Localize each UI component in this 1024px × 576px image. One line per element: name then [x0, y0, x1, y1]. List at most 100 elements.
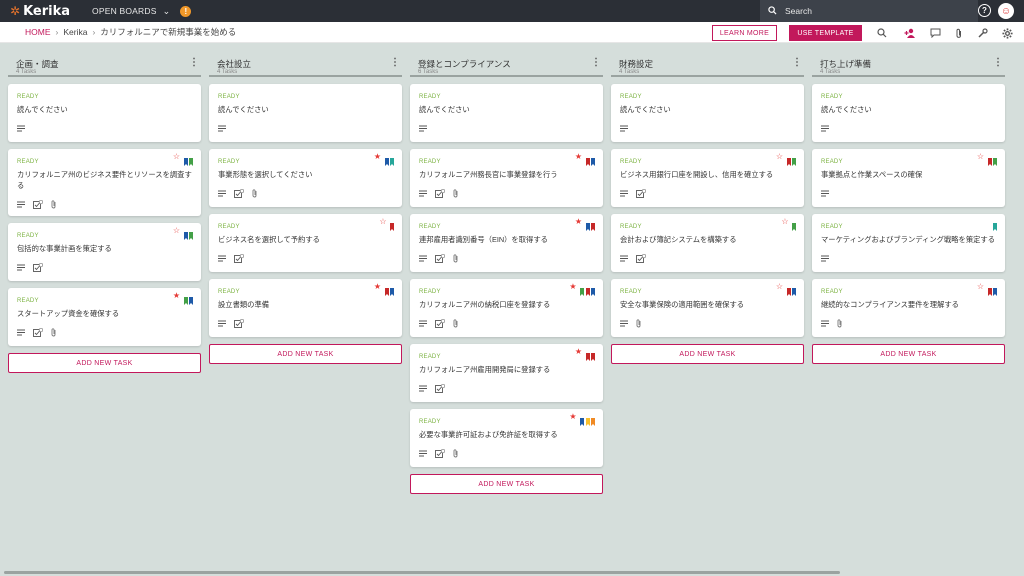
task-card[interactable]: READY 読んでください — [812, 84, 1005, 142]
task-flags: ★ — [569, 283, 595, 296]
task-title: 必要な事業許可証および免許証を取得する — [419, 430, 558, 439]
task-indicators — [419, 253, 594, 265]
avatar[interactable]: ☺ — [998, 3, 1014, 19]
task-card[interactable]: READY スタートアップ資金を確保する ★ — [8, 288, 201, 346]
star-icon[interactable]: ★ — [575, 348, 582, 356]
task-flags: ★ — [374, 153, 394, 166]
add-new-task-button[interactable]: ADD NEW TASK — [812, 344, 1005, 364]
task-status: READY — [419, 224, 441, 230]
tag-flag-icon — [189, 153, 193, 166]
star-icon[interactable]: ★ — [575, 218, 582, 226]
task-flags: ☆ — [173, 227, 193, 240]
task-card[interactable]: READY ビジネス名を選択して予約する ☆ — [209, 214, 402, 272]
wrench-icon[interactable] — [976, 26, 990, 40]
task-title: ビジネス名を選択して予約する — [218, 235, 320, 244]
star-icon[interactable]: ★ — [575, 153, 582, 161]
task-card[interactable]: READY 読んでください — [410, 84, 603, 142]
more-vertical-icon[interactable]: ⋮ — [591, 57, 601, 68]
description-icon — [419, 450, 427, 459]
task-card[interactable]: READY カリフォルニア州の納税口座を登録する ★ — [410, 279, 603, 337]
star-icon[interactable]: ☆ — [977, 153, 984, 161]
search-icon[interactable] — [875, 26, 889, 40]
search-input[interactable]: Search — [760, 0, 978, 22]
star-icon[interactable]: ☆ — [776, 153, 783, 161]
task-indicators — [620, 318, 795, 330]
learn-more-button[interactable]: LEARN MORE — [712, 25, 777, 41]
more-vertical-icon[interactable]: ⋮ — [792, 57, 802, 68]
checklist-icon — [234, 188, 245, 200]
more-vertical-icon[interactable]: ⋮ — [189, 57, 199, 68]
add-new-task-button[interactable]: ADD NEW TASK — [209, 344, 402, 364]
task-card[interactable]: READY 包括的な事業計画を策定する ☆ — [8, 223, 201, 281]
task-indicators — [17, 124, 192, 134]
add-new-task-button[interactable]: ADD NEW TASK — [611, 344, 804, 364]
description-icon — [620, 255, 628, 264]
task-card[interactable]: READY 読んでください — [209, 84, 402, 142]
open-boards-menu[interactable]: OPEN BOARDS ⌄ — [92, 6, 170, 17]
star-icon[interactable]: ☆ — [781, 218, 788, 226]
description-icon — [419, 125, 427, 134]
task-card[interactable]: READY 会計および簿記システムを構築する ☆ — [611, 214, 804, 272]
task-status: READY — [821, 159, 843, 165]
attachment-icon — [453, 188, 459, 200]
task-card[interactable]: READY マーケティングおよびブランディング戦略を策定する — [812, 214, 1005, 272]
star-icon[interactable]: ★ — [374, 283, 381, 291]
task-card[interactable]: READY 設立書類の準備 ★ — [209, 279, 402, 337]
task-card[interactable]: READY カリフォルニア州務長官に事業登録を行う ★ — [410, 149, 603, 207]
breadcrumb-team[interactable]: Kerika — [63, 27, 87, 37]
task-title: 事業形態を選択してください — [218, 170, 313, 179]
add-person-icon[interactable] — [903, 26, 917, 40]
tag-flag-icon — [189, 292, 193, 305]
chat-icon[interactable] — [928, 26, 942, 40]
task-card[interactable]: READY 継続的なコンプライアンス要件を理解する ☆ — [812, 279, 1005, 337]
star-icon[interactable]: ☆ — [173, 153, 180, 161]
task-indicators — [620, 188, 795, 199]
task-indicators — [821, 318, 996, 329]
horizontal-scrollbar[interactable] — [4, 571, 840, 574]
task-title: 事業拠点と作業スペースの確保 — [821, 170, 923, 179]
star-icon[interactable]: ☆ — [776, 283, 783, 291]
star-icon[interactable]: ★ — [569, 283, 576, 291]
tag-flag-icon — [183, 153, 188, 166]
column-task-count: 4 Tasks — [619, 69, 640, 75]
task-status: READY — [17, 298, 39, 304]
add-new-task-button[interactable]: ADD NEW TASK — [8, 353, 201, 373]
gear-icon[interactable] — [1000, 26, 1014, 40]
more-vertical-icon[interactable]: ⋮ — [993, 57, 1003, 68]
star-icon[interactable]: ☆ — [173, 227, 180, 235]
task-card[interactable]: READY 読んでください — [611, 84, 804, 142]
top-bar: ✲ Kerika OPEN BOARDS ⌄ ! Search ? ☺ — [0, 0, 1024, 22]
task-indicators — [419, 448, 594, 459]
use-template-button[interactable]: USE TEMPLATE — [789, 25, 862, 41]
task-card[interactable]: READY 事業形態を選択してください ★ — [209, 149, 402, 207]
task-card[interactable]: READY カリフォルニア州のビジネス要件とリソースを調査する ☆ — [8, 149, 201, 216]
kerika-logo[interactable]: ✲ Kerika — [10, 4, 70, 19]
attachment-icon — [636, 318, 642, 330]
column-task-count: 4 Tasks — [16, 69, 37, 75]
more-vertical-icon[interactable]: ⋮ — [390, 57, 400, 68]
checklist-icon — [435, 318, 446, 330]
star-icon[interactable]: ★ — [173, 292, 180, 300]
task-card[interactable]: READY 読んでください — [8, 84, 201, 142]
help-icon[interactable]: ? — [978, 4, 991, 17]
star-icon[interactable]: ★ — [569, 413, 576, 421]
attachment-icon — [453, 318, 459, 330]
description-icon — [218, 320, 226, 329]
attachment-icon[interactable] — [952, 26, 966, 40]
task-card[interactable]: READY 必要な事業許可証および免許証を取得する ★ — [410, 409, 603, 467]
task-card[interactable]: READY ビジネス用銀行口座を開設し、信用を確立する ☆ — [611, 149, 804, 207]
tag-flag-icon — [786, 153, 791, 166]
task-card[interactable]: READY 連邦雇用者識別番号（EIN）を取得する ★ — [410, 214, 603, 272]
checklist-icon — [435, 253, 446, 265]
star-icon[interactable]: ☆ — [379, 218, 386, 226]
checklist-icon — [33, 327, 44, 339]
star-icon[interactable]: ★ — [374, 153, 381, 161]
tag-flag-icon — [384, 153, 389, 166]
task-card[interactable]: READY カリフォルニア州雇用開発局に登録する ★ — [410, 344, 603, 402]
notification-icon[interactable]: ! — [180, 5, 192, 17]
star-icon[interactable]: ☆ — [977, 283, 984, 291]
task-card[interactable]: READY 事業拠点と作業スペースの確保 ☆ — [812, 149, 1005, 207]
task-card[interactable]: READY 安全な事業保険の適用範囲を確保する ☆ — [611, 279, 804, 337]
breadcrumb-home[interactable]: HOME — [25, 27, 51, 37]
add-new-task-button[interactable]: ADD NEW TASK — [410, 474, 603, 494]
